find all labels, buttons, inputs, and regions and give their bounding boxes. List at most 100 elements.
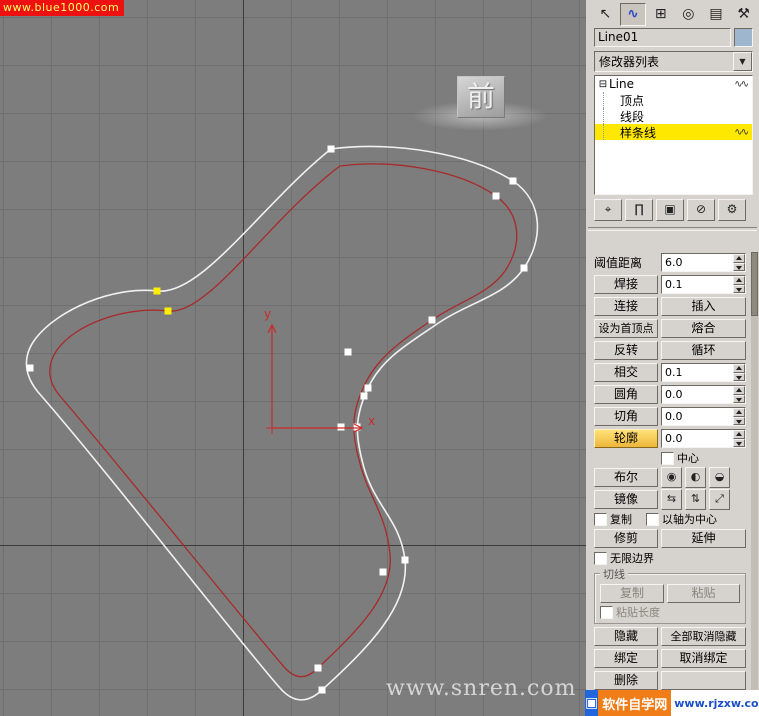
modify-tab-icon[interactable]: ∿: [620, 3, 647, 26]
copy-checkbox[interactable]: [594, 513, 607, 526]
vertex-handle[interactable]: [429, 317, 436, 324]
outline-spinner[interactable]: 0.0: [661, 429, 746, 448]
fillet-spinner[interactable]: 0.0: [661, 385, 746, 404]
delete-button[interactable]: 删除: [594, 671, 658, 690]
mirror-horizontal-icon[interactable]: ⇆: [661, 489, 682, 510]
boolean-union-icon[interactable]: ◉: [661, 467, 682, 488]
boolean-button[interactable]: 布尔: [594, 468, 658, 487]
weld-threshold-value[interactable]: 0.1: [662, 276, 733, 293]
create-tab-icon[interactable]: ↖: [592, 3, 619, 26]
vertex-handle[interactable]: [493, 193, 500, 200]
spin-down-icon[interactable]: [733, 263, 745, 272]
spin-up-icon[interactable]: [733, 254, 745, 263]
fillet-value[interactable]: 0.0: [662, 386, 733, 403]
spin-up-icon[interactable]: [733, 276, 745, 285]
stack-item-vertex[interactable]: 顶点: [595, 92, 752, 108]
about-pivot-checkbox[interactable]: [646, 513, 659, 526]
vertex-handle[interactable]: [27, 365, 34, 372]
spin-up-icon[interactable]: [733, 430, 745, 439]
fuse-button[interactable]: 熔合: [661, 319, 746, 338]
show-end-result-icon[interactable]: ∏: [625, 199, 653, 221]
chamfer-spinner[interactable]: 0.0: [661, 407, 746, 426]
paste-length-checkbox[interactable]: [600, 606, 613, 619]
object-name-field[interactable]: Line01: [594, 28, 731, 47]
vertex-handle[interactable]: [315, 665, 322, 672]
spin-down-icon[interactable]: [733, 417, 745, 426]
motion-tab-icon[interactable]: ◎: [675, 3, 702, 26]
unhide-all-button[interactable]: 全部取消隐藏: [661, 627, 746, 646]
vertex-handle[interactable]: [380, 569, 387, 576]
selected-vertex-handle[interactable]: [165, 308, 172, 315]
threshold-distance-value[interactable]: 6.0: [662, 254, 733, 271]
spin-down-icon[interactable]: [733, 373, 745, 382]
hide-button[interactable]: 隐藏: [594, 627, 658, 646]
close-button-hidden[interactable]: [661, 671, 746, 690]
panel-scrollbar[interactable]: [751, 252, 758, 716]
outline-spline-outer[interactable]: [26, 147, 537, 700]
bind-button[interactable]: 绑定: [594, 649, 658, 668]
make-first-button[interactable]: 设为首顶点: [594, 319, 658, 338]
spin-up-icon[interactable]: [733, 364, 745, 373]
cross-insert-button[interactable]: 相交: [594, 363, 658, 382]
weld-threshold-spinner[interactable]: 0.1: [661, 275, 746, 294]
stack-item-line[interactable]: ⊟ Line ∿∿: [595, 76, 752, 92]
fillet-button[interactable]: 圆角: [594, 385, 658, 404]
vertex-handle[interactable]: [510, 178, 517, 185]
make-unique-icon[interactable]: ▣: [656, 199, 684, 221]
front-view-gizmo[interactable]: 前: [457, 76, 505, 118]
vertex-handle[interactable]: [521, 265, 528, 272]
collapse-icon[interactable]: ⊟: [597, 79, 609, 90]
center-checkbox[interactable]: [661, 452, 674, 465]
spin-down-icon[interactable]: [733, 285, 745, 294]
vertex-handle[interactable]: [365, 385, 372, 392]
outline-button[interactable]: 轮廓: [594, 429, 658, 448]
stack-item-spline[interactable]: 样条线 ∿∿: [595, 124, 752, 140]
cross-insert-spinner[interactable]: 0.1: [661, 363, 746, 382]
cross-insert-value[interactable]: 0.1: [662, 364, 733, 381]
utilities-tab-icon[interactable]: ⚒: [730, 3, 757, 26]
unbind-button[interactable]: 取消绑定: [661, 649, 746, 668]
modifier-list-dropdown[interactable]: 修改器列表 ▼: [594, 51, 753, 72]
front-viewport[interactable]: y x 前 www.snren.com: [0, 0, 587, 716]
vertex-handle[interactable]: [402, 557, 409, 564]
vertex-handle[interactable]: [338, 424, 345, 431]
outline-value[interactable]: 0.0: [662, 430, 733, 447]
spin-up-icon[interactable]: [733, 386, 745, 395]
cycle-button[interactable]: 循环: [661, 341, 746, 360]
vertex-handle[interactable]: [319, 687, 326, 694]
tangent-copy-button[interactable]: 复制: [600, 584, 664, 603]
outline-spline-inner[interactable]: [50, 164, 517, 677]
vertex-handle[interactable]: [345, 349, 352, 356]
stack-item-segment[interactable]: 线段: [595, 108, 752, 124]
object-color-swatch[interactable]: [734, 28, 753, 47]
mirror-button[interactable]: 镜像: [594, 490, 658, 509]
spin-down-icon[interactable]: [733, 395, 745, 404]
reverse-button[interactable]: 反转: [594, 341, 658, 360]
infinite-bounds-checkbox[interactable]: [594, 552, 607, 565]
boolean-intersect-icon[interactable]: ◒: [709, 467, 730, 488]
weld-button[interactable]: 焊接: [594, 275, 658, 294]
vertex-handle[interactable]: [328, 146, 335, 153]
mirror-both-icon[interactable]: ⤢: [709, 489, 730, 510]
insert-button[interactable]: 插入: [661, 297, 746, 316]
chamfer-button[interactable]: 切角: [594, 407, 658, 426]
chamfer-value[interactable]: 0.0: [662, 408, 733, 425]
remove-modifier-icon[interactable]: ⊘: [687, 199, 715, 221]
spin-up-icon[interactable]: [733, 408, 745, 417]
pin-stack-icon[interactable]: ⌖: [594, 199, 622, 221]
threshold-distance-spinner[interactable]: 6.0: [661, 253, 746, 272]
tangent-paste-button[interactable]: 粘贴: [667, 584, 740, 603]
spin-down-icon[interactable]: [733, 439, 745, 448]
hierarchy-tab-icon[interactable]: ⊞: [647, 3, 674, 26]
display-tab-icon[interactable]: ▤: [703, 3, 730, 26]
boolean-subtract-icon[interactable]: ◐: [685, 467, 706, 488]
extend-button[interactable]: 延伸: [661, 529, 746, 548]
mirror-vertical-icon[interactable]: ⇅: [685, 489, 706, 510]
selected-vertex-handle[interactable]: [154, 288, 161, 295]
chevron-down-icon[interactable]: ▼: [733, 52, 752, 71]
connect-button[interactable]: 连接: [594, 297, 658, 316]
configure-sets-icon[interactable]: ⚙: [718, 199, 746, 221]
vertex-handle[interactable]: [361, 393, 368, 400]
trim-button[interactable]: 修剪: [594, 529, 658, 548]
scrollbar-thumb[interactable]: [751, 252, 758, 316]
